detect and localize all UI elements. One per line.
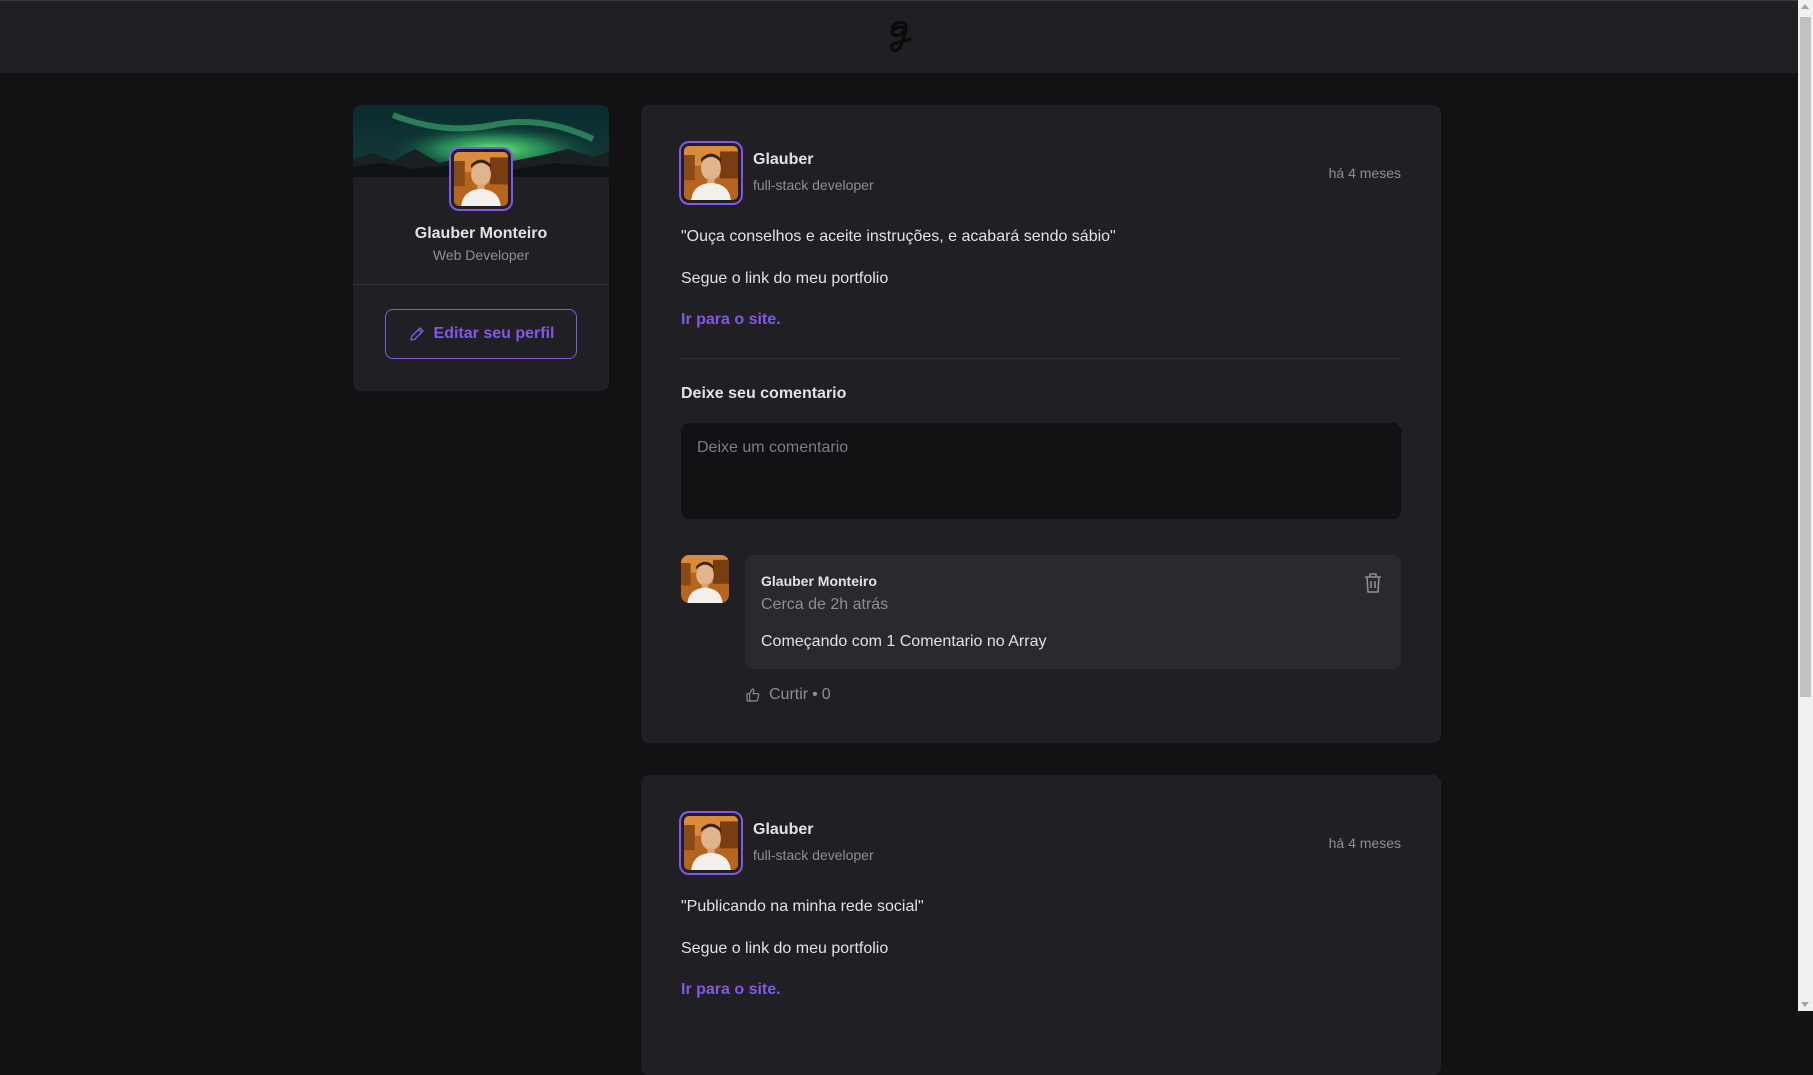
- post-author-role: full-stack developer: [753, 177, 874, 193]
- post-time: há 4 meses: [1328, 835, 1401, 851]
- post-author-name: Glauber: [753, 821, 814, 838]
- scroll-down-arrow-icon[interactable]: [1801, 1002, 1809, 1007]
- g-logo-icon[interactable]: [882, 17, 916, 57]
- post-quote: "Ouça conselhos e aceite instruções, e a…: [681, 228, 1116, 245]
- comment-time: Cerca de 2h atrás: [761, 596, 889, 613]
- like-button[interactable]: Curtir • 0: [745, 686, 831, 704]
- avatar-photo: [681, 555, 729, 603]
- delete-comment-button[interactable]: [1361, 571, 1385, 595]
- edit-profile-button[interactable]: Editar seu perfil: [385, 309, 577, 359]
- avatar-photo: [454, 152, 508, 206]
- avatar-photo: [684, 146, 738, 200]
- scroll-up-arrow-icon[interactable]: [1801, 4, 1809, 9]
- post-author-avatar[interactable]: [679, 141, 743, 205]
- like-separator: •: [812, 686, 818, 703]
- post-author-avatar[interactable]: [679, 811, 743, 875]
- pencil-icon: [409, 327, 424, 341]
- comment-text: Começando com 1 Comentario no Array: [761, 633, 1047, 650]
- top-header: [0, 0, 1798, 73]
- post-card: Glauber full-stack developer há 4 meses …: [641, 775, 1441, 1075]
- comment-form-title: Deixe seu comentario: [681, 385, 847, 402]
- post-site-link[interactable]: Ir para o site.: [681, 981, 781, 999]
- post-card: Glauber full-stack developer há 4 meses …: [641, 105, 1441, 743]
- post-text: Segue o link do meu portfolio: [681, 270, 889, 287]
- edit-profile-label: Editar seu perfil: [433, 325, 555, 342]
- post-time: há 4 meses: [1328, 165, 1401, 181]
- avatar-photo: [684, 816, 738, 870]
- comment-card: Glauber Monteiro Cerca de 2h atrás Começ…: [745, 555, 1401, 669]
- profile-avatar[interactable]: [449, 147, 513, 211]
- sidebar-divider: [353, 284, 609, 285]
- post-site-link[interactable]: Ir para o site.: [681, 311, 781, 329]
- like-label: Curtir: [769, 686, 809, 703]
- post-text: Segue o link do meu portfolio: [681, 940, 889, 957]
- comment-author-name: Glauber Monteiro: [761, 573, 877, 589]
- page-scrollbar[interactable]: [1798, 0, 1813, 1011]
- scrollbar-thumb[interactable]: [1800, 17, 1811, 697]
- post-author-name: Glauber: [753, 151, 814, 168]
- post-author-role: full-stack developer: [753, 847, 874, 863]
- like-count: 0: [821, 686, 831, 703]
- comment-author-avatar[interactable]: [681, 555, 729, 603]
- profile-role: Web Developer: [432, 247, 530, 263]
- profile-sidebar: Glauber Monteiro Web Developer Editar se…: [353, 105, 609, 391]
- comment-input[interactable]: [681, 423, 1401, 519]
- trash-icon: [1365, 573, 1381, 593]
- thumbs-up-icon: [746, 688, 760, 702]
- profile-name: Glauber Monteiro: [414, 225, 548, 242]
- post-divider: [681, 358, 1401, 359]
- post-quote: "Publicando na minha rede social": [681, 898, 924, 915]
